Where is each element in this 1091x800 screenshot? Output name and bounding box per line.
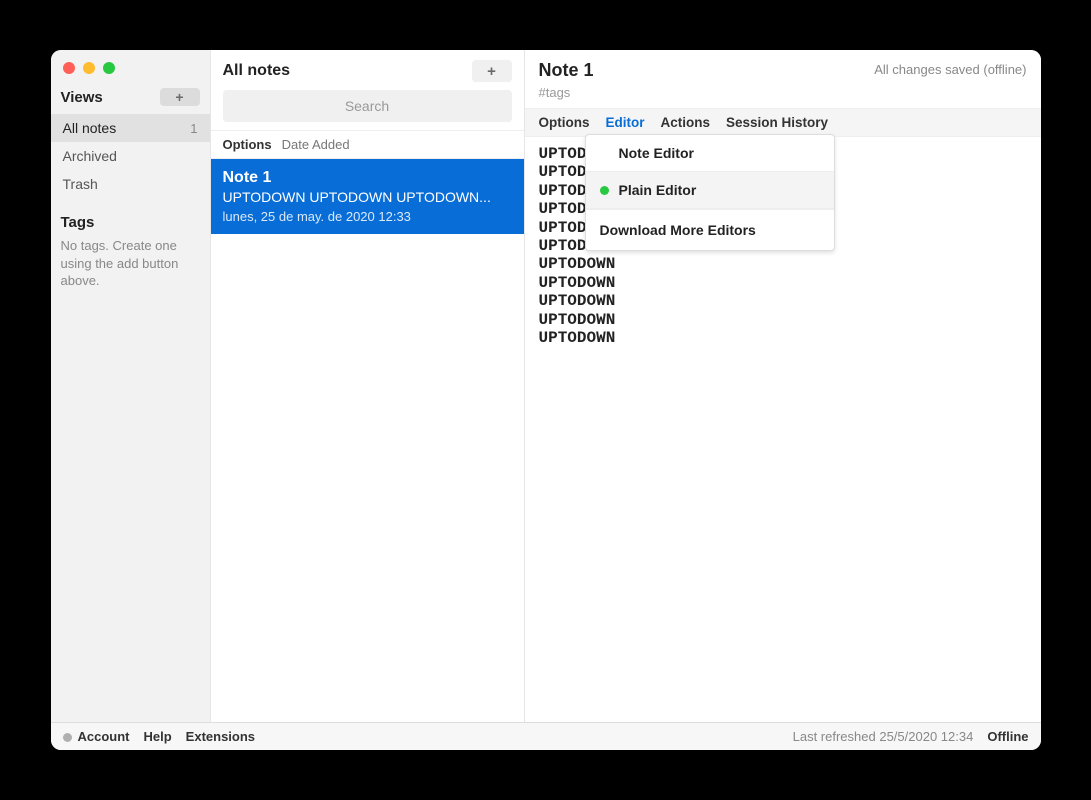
sidebar-item-trash[interactable]: Trash [51, 170, 210, 198]
plus-icon: + [175, 89, 183, 105]
sidebar: Views + All notes 1 Archived Trash Tags … [51, 50, 211, 722]
last-refreshed-label: Last refreshed 25/5/2020 12:34 [793, 729, 974, 744]
main-area: Views + All notes 1 Archived Trash Tags … [51, 50, 1041, 722]
maximize-window-button[interactable] [103, 62, 115, 74]
add-view-button[interactable]: + [160, 88, 200, 106]
note-list-item[interactable]: Note 1 UPTODOWN UPTODOWN UPTODOWN... lun… [211, 159, 524, 234]
menu-item-label: Download More Editors [600, 222, 756, 238]
sidebar-item-archived[interactable]: Archived [51, 142, 210, 170]
note-title-input[interactable]: Note 1 [539, 60, 594, 81]
notes-list-header: All notes + [211, 50, 524, 90]
close-window-button[interactable] [63, 62, 75, 74]
menu-item-plain-editor[interactable]: Plain Editor [586, 172, 834, 209]
tab-editor[interactable]: Editor [606, 115, 645, 130]
footer-left: Account Help Extensions [63, 729, 256, 744]
editor-column: Note 1 All changes saved (offline) #tags… [525, 50, 1041, 722]
menu-item-label: Note Editor [619, 145, 694, 161]
sidebar-item-label: Archived [63, 148, 117, 164]
new-note-button[interactable]: + [472, 60, 512, 82]
editor-type-menu: Note Editor Plain Editor Download More E… [585, 134, 835, 251]
account-status-icon [63, 733, 72, 742]
note-item-title: Note 1 [223, 169, 512, 187]
tags-empty-text: No tags. Create one using the add button… [51, 235, 210, 292]
editor-tabs: Options Editor Actions Session History [525, 108, 1041, 137]
account-label: Account [78, 729, 130, 744]
window-controls [51, 58, 210, 84]
help-button[interactable]: Help [144, 729, 172, 744]
extensions-button[interactable]: Extensions [186, 729, 255, 744]
footer-right: Last refreshed 25/5/2020 12:34 Offline [793, 729, 1029, 744]
notes-list-column: All notes + Options Date Added Note 1 UP… [211, 50, 525, 722]
sidebar-item-label: Trash [63, 176, 98, 192]
notes-list-title: All notes [223, 62, 291, 80]
app-window: Views + All notes 1 Archived Trash Tags … [51, 50, 1041, 750]
sidebar-item-label: All notes [63, 120, 117, 136]
tab-options[interactable]: Options [539, 115, 590, 130]
minimize-window-button[interactable] [83, 62, 95, 74]
note-item-date: lunes, 25 de may. de 2020 12:33 [223, 209, 512, 224]
tags-input[interactable]: #tags [525, 85, 1041, 108]
plus-icon: + [487, 63, 496, 80]
menu-item-label: Plain Editor [619, 182, 697, 198]
tab-session-history[interactable]: Session History [726, 115, 828, 130]
menu-item-note-editor[interactable]: Note Editor [586, 135, 834, 172]
views-title: Views [61, 89, 103, 106]
save-status: All changes saved (offline) [874, 60, 1026, 77]
sync-status-button[interactable]: Offline [987, 729, 1028, 744]
list-options-button[interactable]: Options [223, 137, 272, 152]
editor-header: Note 1 All changes saved (offline) [525, 50, 1041, 85]
note-item-preview: UPTODOWN UPTODOWN UPTODOWN... [223, 189, 512, 205]
menu-item-download-more-editors[interactable]: Download More Editors [586, 209, 834, 250]
search-input[interactable] [223, 90, 512, 122]
active-indicator-icon [600, 186, 609, 195]
sidebar-item-count: 1 [190, 121, 197, 136]
list-sort-button[interactable]: Date Added [282, 137, 350, 152]
tags-title: Tags [51, 198, 210, 235]
list-options-bar: Options Date Added [211, 130, 524, 159]
account-button[interactable]: Account [63, 729, 130, 744]
views-header: Views + [51, 84, 210, 114]
sidebar-item-all-notes[interactable]: All notes 1 [51, 114, 210, 142]
tab-actions[interactable]: Actions [661, 115, 711, 130]
footer-bar: Account Help Extensions Last refreshed 2… [51, 722, 1041, 750]
